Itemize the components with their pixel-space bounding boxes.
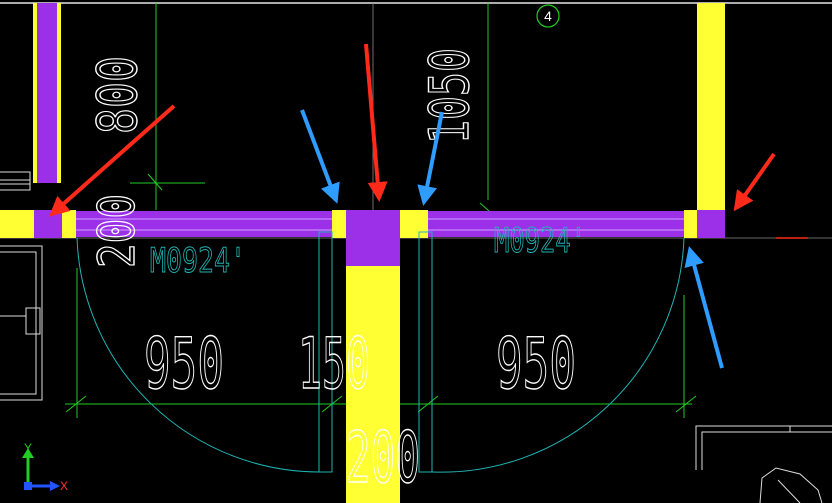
right-vertical-wall bbox=[697, 3, 725, 213]
red-arrow-center bbox=[364, 43, 388, 202]
dim-bottom-wall: 200 bbox=[346, 417, 420, 499]
dim-right-door-width: 950 bbox=[496, 323, 576, 405]
ucs-x-label: X bbox=[60, 479, 68, 493]
dim-left-vertical: 200 bbox=[88, 194, 146, 268]
door-tag-left: M0924' bbox=[150, 241, 246, 281]
cad-drawing-canvas[interactable]: M0924' M0924' 800 200 1050 950 150 950 2… bbox=[0, 0, 832, 503]
ucs-icon: Y X bbox=[22, 441, 68, 493]
dim-center-pier: 150 bbox=[298, 323, 370, 405]
door-tag-right: M0924' bbox=[494, 221, 586, 261]
blue-arrow-left bbox=[300, 109, 340, 204]
grid-bubble: 4 bbox=[536, 4, 560, 28]
dim-left-door-width: 950 bbox=[144, 323, 224, 405]
blue-arrow-bottom bbox=[684, 246, 724, 369]
grid-bubble-label: 4 bbox=[544, 8, 552, 24]
ucs-y-label: Y bbox=[24, 441, 32, 455]
bottom-right-linework bbox=[695, 425, 832, 503]
left-top-wall bbox=[33, 3, 61, 183]
red-arrow-right bbox=[733, 152, 776, 212]
dim-top-right: 1050 bbox=[418, 48, 481, 144]
dim-top-left: 800 bbox=[86, 56, 149, 134]
left-furniture-linework bbox=[0, 171, 43, 401]
